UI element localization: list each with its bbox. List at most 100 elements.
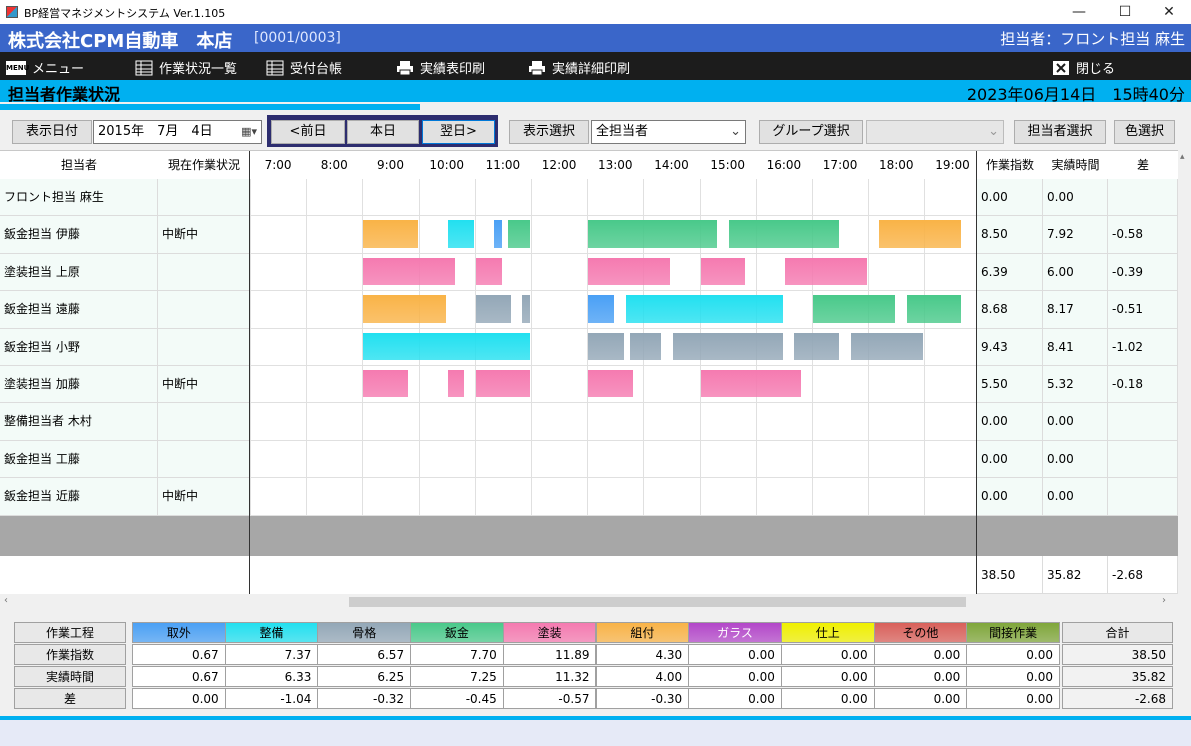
close-window-button[interactable]: ✕	[1146, 0, 1191, 24]
process-difference: -1.04	[224, 688, 319, 709]
staff-name-cell[interactable]: 塗装担当 加藤	[0, 366, 158, 404]
process-header: 仕上	[780, 622, 875, 643]
staff-status-cell	[158, 403, 250, 441]
close-screen-button[interactable]: 閉じる	[1052, 58, 1115, 77]
work-bar[interactable]	[494, 220, 502, 248]
work-bar[interactable]	[447, 220, 474, 248]
process-work-index: 4.30	[595, 644, 690, 665]
work-bar[interactable]	[522, 295, 530, 323]
work-bar[interactable]	[850, 332, 924, 360]
horizontal-scroll-thumb[interactable]	[349, 597, 966, 607]
work-bar[interactable]	[784, 257, 868, 286]
staff-name-cell[interactable]: フロント担当 麻生	[0, 179, 158, 217]
work-bar[interactable]	[728, 220, 840, 248]
hour-header: 12:00	[531, 151, 588, 179]
group-select-button[interactable]: グループ選択	[759, 120, 863, 144]
vertical-scrollbar[interactable]: ▴	[1178, 150, 1191, 594]
work-bar[interactable]	[588, 257, 671, 286]
staff-name-cell[interactable]: 塗装担当 上原	[0, 253, 158, 292]
work-index-cell: 9.43	[977, 328, 1043, 366]
separator-band	[0, 515, 1178, 556]
staff-name-cell[interactable]: 鈑金担当 近藤	[0, 478, 158, 516]
store-code: [0001/0003]	[254, 30, 341, 46]
work-bar[interactable]	[475, 257, 502, 286]
minimize-button[interactable]: —	[1056, 0, 1102, 24]
process-work-index: 0.00	[873, 644, 968, 665]
work-bar[interactable]	[630, 332, 661, 360]
scroll-up-icon[interactable]: ▴	[1180, 152, 1185, 162]
process-header: その他	[873, 622, 968, 643]
status-list-button[interactable]: 作業状況一覧	[135, 58, 237, 77]
page-title: 担当者作業状況	[8, 85, 121, 104]
staff-status-cell	[158, 179, 250, 217]
row-gridline	[250, 252, 977, 254]
display-select-dropdown[interactable]: 全担当者 ⌄	[591, 120, 746, 144]
work-bar[interactable]	[588, 370, 633, 398]
work-bar[interactable]	[625, 295, 783, 323]
display-select-button[interactable]: 表示選択	[509, 120, 589, 144]
work-bar[interactable]	[672, 332, 783, 360]
display-date-button[interactable]: 表示日付	[12, 120, 92, 144]
difference-cell: -0.39	[1108, 253, 1178, 292]
chevron-down-icon: ⌄	[988, 124, 999, 139]
column-header-actual-time: 実績時間	[1043, 151, 1108, 179]
prev-day-button[interactable]: <前日	[271, 120, 345, 144]
process-actual-time: 7.25	[410, 666, 504, 687]
hour-header: 19:00	[924, 151, 981, 179]
menu-label: メニュー	[32, 62, 85, 77]
work-bar[interactable]	[475, 370, 530, 398]
print-results-button[interactable]: 実績表印刷	[396, 58, 485, 77]
app-icon	[6, 6, 18, 18]
hour-gridline	[306, 179, 308, 516]
display-select-value: 全担当者	[596, 124, 649, 139]
work-bar[interactable]	[588, 295, 615, 323]
section-bar: 担当者作業状況 2023年06月14日 15時40分	[0, 80, 1191, 104]
work-bar[interactable]	[363, 370, 409, 398]
maximize-button[interactable]: ☐	[1102, 0, 1148, 24]
staff-name-cell[interactable]: 鈑金担当 伊藤	[0, 216, 158, 254]
display-date-picker[interactable]: 2015年 7月 4日 ▦▾	[93, 120, 262, 144]
actual-time-cell: 0.00	[1043, 179, 1108, 217]
process-actual-time: 0.00	[966, 666, 1060, 687]
progress-underline	[0, 104, 420, 110]
work-bar[interactable]	[363, 220, 418, 248]
work-bar[interactable]	[906, 295, 962, 323]
hour-header: 17:00	[812, 151, 869, 179]
scroll-left-icon[interactable]: ‹	[4, 595, 8, 606]
work-bar[interactable]	[447, 370, 465, 398]
menu-button[interactable]: MENU メニュー	[6, 58, 84, 77]
reception-ledger-button[interactable]: 受付台帳	[266, 58, 342, 77]
work-bar[interactable]	[700, 370, 802, 398]
staff-name-cell[interactable]: 鈑金担当 工藤	[0, 440, 158, 479]
next-day-button[interactable]: 翌日>	[422, 120, 495, 144]
process-header: 間接作業	[966, 622, 1060, 643]
horizontal-scrollbar[interactable]: ‹ ›	[0, 594, 1191, 610]
group-select-dropdown[interactable]: ⌄	[866, 120, 1004, 144]
today-button[interactable]: 本日	[347, 120, 419, 144]
work-bar[interactable]	[700, 257, 746, 286]
scroll-right-icon[interactable]: ›	[1162, 595, 1166, 606]
color-select-button[interactable]: 色選択	[1114, 120, 1175, 144]
process-work-index: 0.00	[780, 644, 875, 665]
work-bar[interactable]	[878, 220, 962, 248]
staff-select-button[interactable]: 担当者選択	[1014, 120, 1106, 144]
work-bar[interactable]	[363, 295, 446, 323]
staff-status-cell	[158, 253, 250, 292]
work-bar[interactable]	[363, 332, 530, 360]
process-header: 組付	[595, 622, 690, 643]
calendar-dropdown-icon[interactable]: ▦▾	[241, 121, 257, 143]
difference-cell	[1108, 440, 1178, 479]
actual-time-cell: 0.00	[1043, 478, 1108, 516]
work-bar[interactable]	[813, 295, 896, 323]
staff-name-cell[interactable]: 鈑金担当 遠藤	[0, 291, 158, 329]
work-bar[interactable]	[588, 220, 718, 248]
work-bar[interactable]	[475, 295, 512, 323]
work-bar[interactable]	[588, 332, 624, 360]
print-details-button[interactable]: 実績詳細印刷	[528, 58, 630, 77]
work-bar[interactable]	[363, 257, 456, 286]
work-bar[interactable]	[794, 332, 840, 360]
process-header: 骨格	[317, 622, 412, 643]
staff-name-cell[interactable]: 鈑金担当 小野	[0, 328, 158, 366]
work-bar[interactable]	[508, 220, 530, 248]
staff-name-cell[interactable]: 整備担当者 木村	[0, 403, 158, 441]
